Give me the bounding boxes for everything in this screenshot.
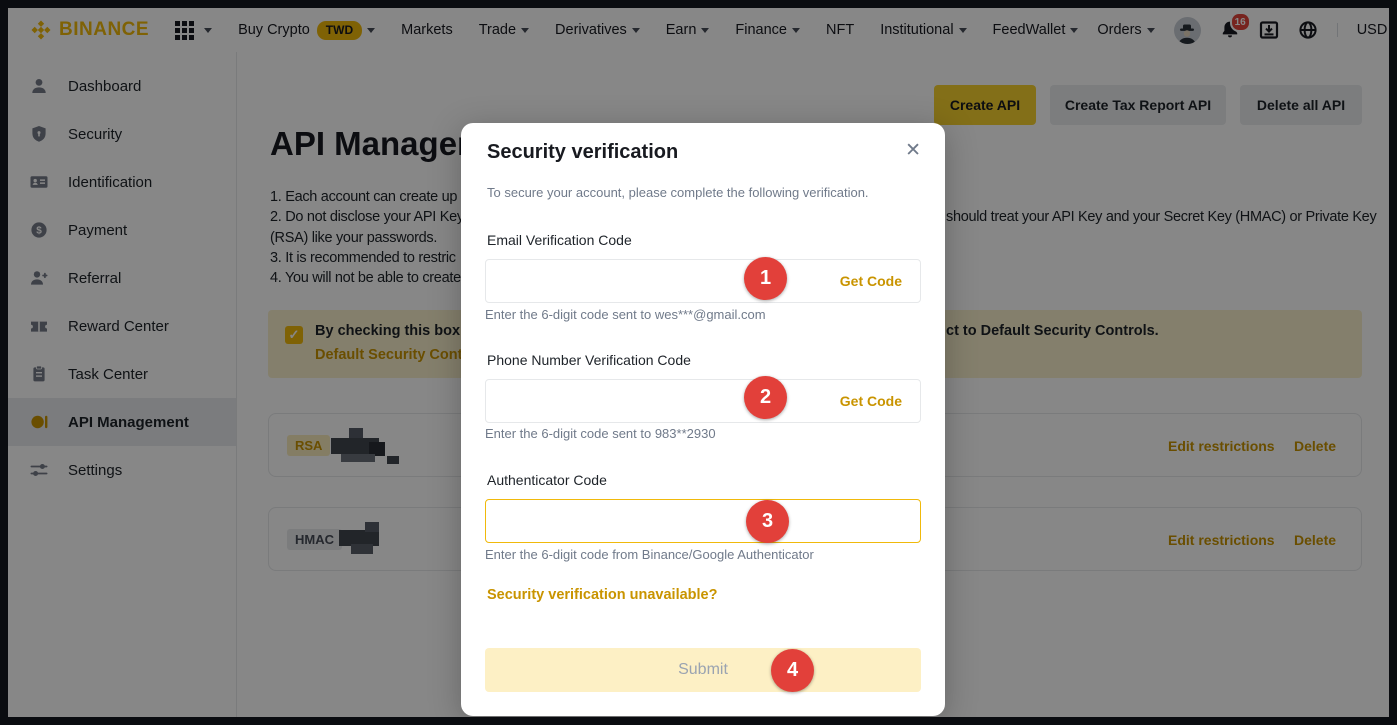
modal-subtitle: To secure your account, please complete … [487, 185, 869, 200]
email-code-label: Email Verification Code [487, 232, 632, 248]
submit-button[interactable]: Submit [485, 648, 921, 692]
annotation-step-3: 3 [746, 500, 789, 543]
phone-code-hint: Enter the 6-digit code sent to 983**2930 [485, 426, 716, 441]
security-verification-unavailable-link[interactable]: Security verification unavailable? [487, 587, 717, 603]
authenticator-code-hint: Enter the 6-digit code from Binance/Goog… [485, 547, 814, 562]
phone-code-input[interactable]: Get Code [485, 379, 921, 423]
security-verification-modal: Security verification ✕ To secure your a… [461, 123, 945, 716]
email-code-hint: Enter the 6-digit code sent to wes***@gm… [485, 307, 766, 322]
authenticator-code-label: Authenticator Code [487, 472, 607, 488]
close-icon[interactable]: ✕ [905, 141, 921, 160]
email-code-input[interactable]: Get Code [485, 259, 921, 303]
annotation-step-1: 1 [744, 257, 787, 300]
authenticator-code-input[interactable] [485, 499, 921, 543]
annotation-step-4: 4 [771, 649, 814, 692]
app-viewport: BINANCE Buy Crypto TWD Markets Trade Der… [8, 8, 1389, 717]
phone-code-label: Phone Number Verification Code [487, 352, 691, 368]
annotation-step-2: 2 [744, 376, 787, 419]
screen-frame: BINANCE Buy Crypto TWD Markets Trade Der… [0, 0, 1397, 725]
phone-get-code-button[interactable]: Get Code [840, 393, 902, 409]
email-get-code-button[interactable]: Get Code [840, 273, 902, 289]
modal-title: Security verification [487, 141, 678, 164]
